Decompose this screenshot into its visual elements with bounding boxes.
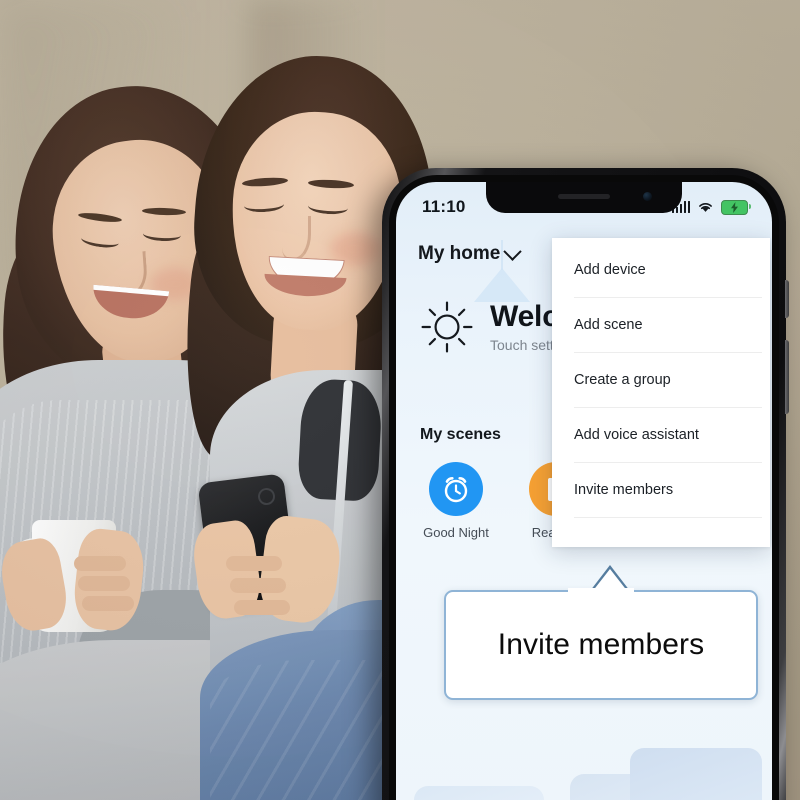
menu-item-add-voice-assistant[interactable]: Add voice assistant xyxy=(552,407,770,462)
callout-arrow-mask xyxy=(568,588,634,596)
menu-item-create-a-group[interactable]: Create a group xyxy=(552,352,770,407)
home-name-label: My home xyxy=(418,243,501,264)
invite-members-callout: Invite members xyxy=(444,565,758,700)
menu-bottom-divider xyxy=(552,517,770,547)
wifi-icon xyxy=(699,203,712,212)
phone-screen: 11:10 My home Touch settings My scenes G… xyxy=(396,182,772,800)
chevron-down-icon xyxy=(503,241,523,261)
phone-power-button[interactable] xyxy=(785,340,789,414)
earpiece-speaker xyxy=(558,194,610,199)
decorative-card xyxy=(414,786,544,800)
alarm-clock-icon xyxy=(429,462,483,516)
status-indicators xyxy=(671,199,752,215)
menu-item-add-scene[interactable]: Add scene xyxy=(552,297,770,352)
battery-charging-icon xyxy=(721,199,752,215)
phone-volume-button[interactable] xyxy=(785,280,789,318)
phone-mockup: 11:10 My home Touch settings My scenes G… xyxy=(382,168,789,800)
scene-item-good-night[interactable]: Good Night xyxy=(414,462,498,540)
overflow-dropdown-menu: Add device Add scene Create a group Add … xyxy=(552,238,770,547)
scene-label: Good Night xyxy=(423,525,489,540)
screenshot-root: 11:10 My home Touch settings My scenes G… xyxy=(0,0,800,800)
charging-bolt-icon xyxy=(731,201,738,213)
sun-icon xyxy=(421,301,473,353)
scenes-section-title: My scenes xyxy=(420,426,501,443)
menu-item-add-device[interactable]: Add device xyxy=(552,242,770,297)
front-camera-icon xyxy=(643,192,652,201)
phone-notch xyxy=(486,182,682,213)
home-selector[interactable]: My home xyxy=(418,241,523,265)
menu-item-invite-members[interactable]: Invite members xyxy=(552,462,770,517)
status-time: 11:10 xyxy=(422,197,466,216)
decorative-card xyxy=(630,748,762,800)
callout-text: Invite members xyxy=(497,628,705,661)
